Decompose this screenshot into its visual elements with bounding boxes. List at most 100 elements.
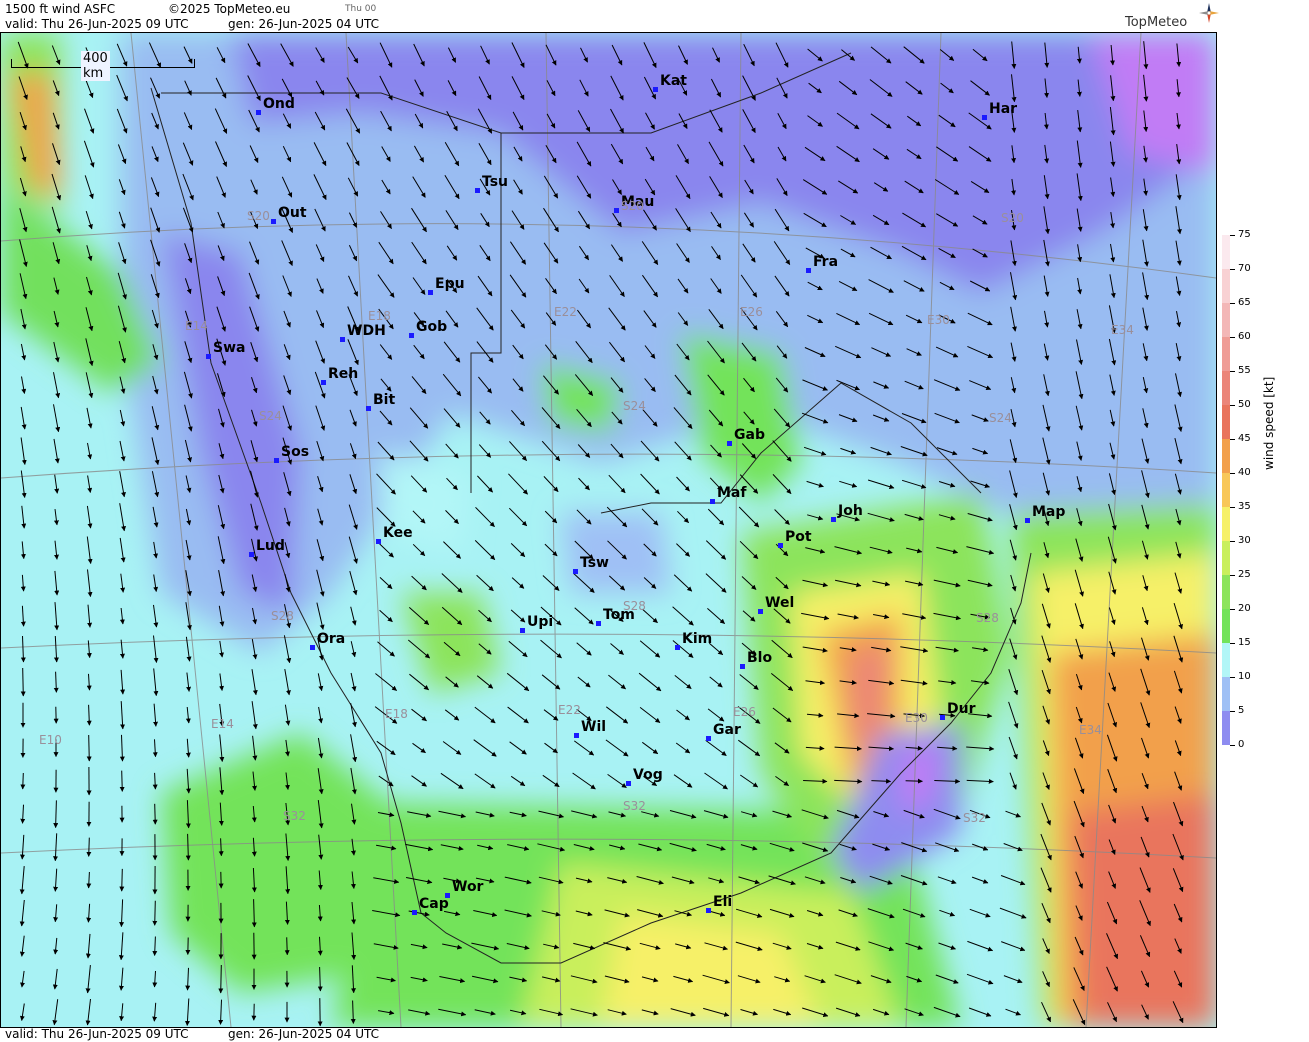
city-marker-icon — [271, 219, 276, 224]
city-label: Swa — [213, 340, 246, 356]
wind-arrow — [152, 803, 158, 825]
city-marker-icon — [310, 645, 315, 650]
topmeteo-logo-text: TopMeteo — [1125, 15, 1188, 30]
city-label: Tsu — [482, 174, 508, 190]
legend-tick — [1230, 507, 1235, 508]
city-marker-icon — [340, 337, 345, 342]
legend-tick — [1230, 745, 1235, 746]
graticule-label: E30 — [927, 313, 950, 327]
city-marker-icon — [706, 736, 711, 741]
legend-tick — [1230, 541, 1235, 542]
city-marker-icon — [256, 110, 261, 115]
city-marker-icon — [412, 910, 417, 915]
legend-color-swatch — [1222, 643, 1230, 677]
legend-color-swatch — [1222, 609, 1230, 643]
wind-arrow — [20, 667, 26, 697]
city-label: Cap — [419, 896, 449, 912]
city-label: Sos — [281, 444, 310, 460]
city-label: Out — [278, 205, 307, 221]
scale-bar-label: 400 km — [81, 51, 110, 81]
graticule-label: E26 — [740, 305, 763, 319]
city-marker-icon — [249, 552, 254, 557]
legend-tick-label: 25 — [1238, 569, 1251, 580]
city-marker-icon — [475, 188, 480, 193]
legend-color-swatch — [1222, 235, 1230, 269]
city-marker-icon — [675, 645, 680, 650]
footer-generated-time: gen: 26-Jun-2025 04 UTC — [228, 1027, 380, 1041]
city-marker-icon — [428, 290, 433, 295]
city-label: Wor — [452, 879, 484, 895]
legend-color-swatch — [1222, 575, 1230, 609]
legend-color-swatch — [1222, 269, 1230, 303]
graticule-label: S28 — [271, 609, 294, 623]
city-label: Kat — [660, 73, 687, 89]
graticule-label: S28 — [623, 599, 646, 613]
city-marker-icon — [409, 333, 414, 338]
wind-map[interactable]: 400 km Ond Kat Har Tsu Out Mau Fra Epu WDH Gob Swa… — [0, 32, 1217, 1028]
wind-arrow — [152, 900, 158, 926]
city-marker-icon — [740, 664, 745, 669]
wind-arrow — [284, 937, 290, 956]
graticule-label: E26 — [733, 705, 756, 719]
city-label: Maf — [717, 485, 747, 501]
city-label: WDH — [347, 323, 386, 339]
city-label: Gar — [713, 722, 741, 738]
city-label: Pot — [785, 529, 812, 545]
legend-tick-label: 0 — [1238, 739, 1245, 750]
legend-color-swatch — [1222, 541, 1230, 575]
city-marker-icon — [366, 406, 371, 411]
city-label: Gob — [416, 319, 448, 335]
graticule-label: E14 — [211, 717, 234, 731]
legend-tick-label: 5 — [1238, 705, 1245, 716]
graticule-label: S24 — [259, 409, 282, 423]
legend-color-swatch — [1222, 439, 1230, 473]
city-label: Eli — [713, 894, 733, 910]
city-label: Upi — [527, 614, 554, 630]
city-label: Dur — [947, 701, 976, 717]
city-label: Map — [1032, 504, 1066, 520]
wind-arrow — [86, 837, 92, 857]
legend-tick — [1230, 371, 1235, 372]
city-marker-icon — [321, 380, 326, 385]
valid-time: valid: Thu 26-Jun-2025 09 UTC — [5, 17, 189, 31]
city-label: Ora — [317, 631, 346, 647]
city-label: Tsw — [580, 555, 609, 571]
city-label: Lud — [256, 538, 285, 554]
city-marker-icon — [727, 441, 732, 446]
legend-tick — [1230, 303, 1235, 304]
wind-arrow — [86, 734, 92, 762]
graticule-label: S24 — [989, 411, 1012, 425]
wind-speed-legend: wind speed [kt] 75 70 65 60 55 50 45 40 35 30 25 20… — [1222, 220, 1302, 760]
legend-color-swatch — [1222, 405, 1230, 439]
city-marker-icon — [574, 733, 579, 738]
city-marker-icon — [706, 908, 711, 913]
legend-color-swatch — [1222, 337, 1230, 371]
wind-arrow — [119, 868, 125, 892]
legend-tick — [1230, 337, 1235, 338]
legend-tick — [1230, 643, 1235, 644]
graticule-label: S32 — [283, 809, 306, 823]
city-label: Bit — [373, 392, 396, 408]
legend-tick-label: 30 — [1238, 535, 1251, 546]
city-marker-icon — [596, 621, 601, 626]
city-label: Wel — [765, 595, 795, 611]
city-label: Har — [989, 101, 1018, 117]
city-marker-icon — [982, 115, 987, 120]
city-label: Blo — [747, 650, 773, 666]
legend-tick — [1230, 609, 1235, 610]
wind-arrow — [905, 778, 923, 784]
graticule-label: E22 — [554, 305, 577, 319]
wind-arrow — [20, 772, 26, 790]
legend-title: wind speed [kt] — [1262, 376, 1276, 470]
wind-field-canvas — [1, 33, 1216, 1027]
footer-valid-time: valid: Thu 26-Jun-2025 09 UTC — [5, 1027, 189, 1041]
graticule-label: E14 — [185, 319, 208, 333]
city-label: Epu — [435, 276, 465, 292]
graticule-label: S32 — [963, 811, 986, 825]
city-marker-icon — [710, 499, 715, 504]
compass-logo-icon — [1199, 3, 1219, 23]
map-title: 1500 ft wind ASFC — [5, 2, 116, 16]
legend-tick-label: 75 — [1238, 229, 1251, 240]
city-label: Kee — [383, 525, 413, 541]
city-marker-icon — [1025, 518, 1030, 523]
